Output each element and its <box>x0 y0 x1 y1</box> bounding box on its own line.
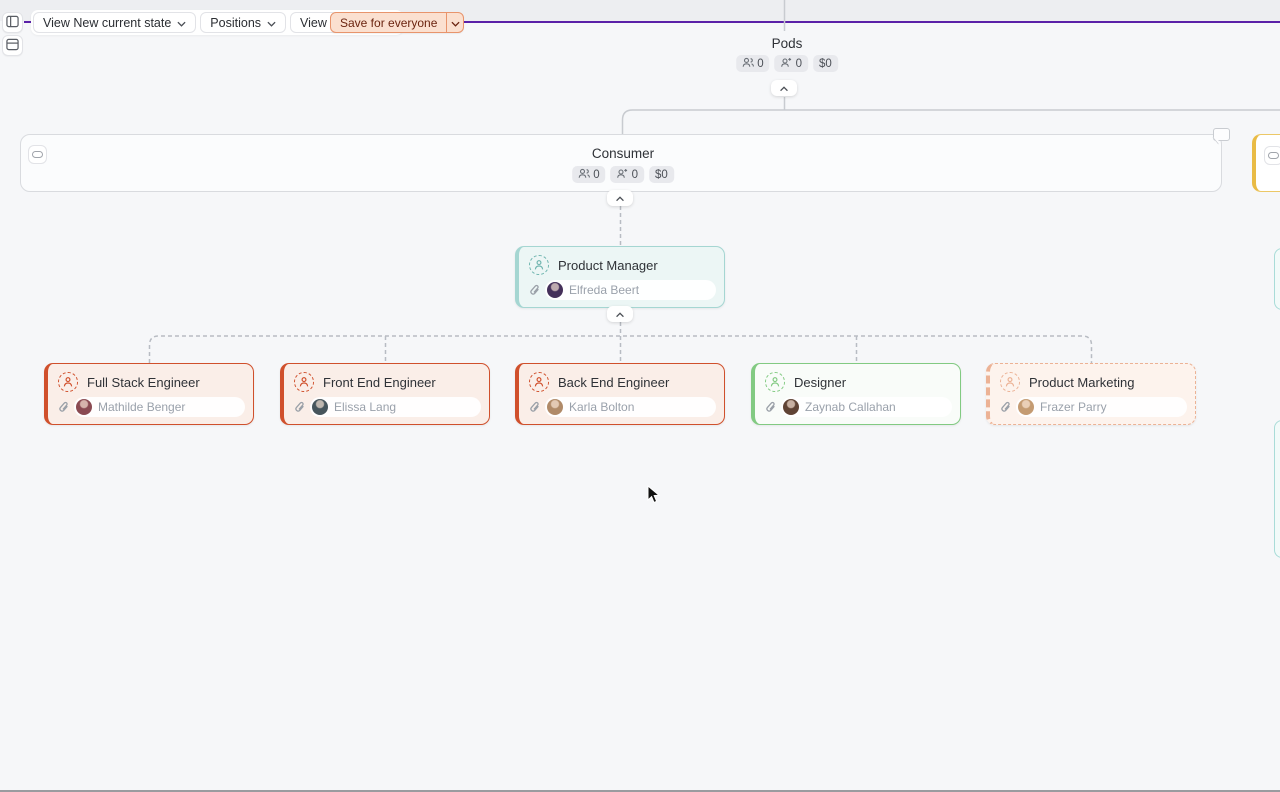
view-state-label: View New current state <box>43 16 171 30</box>
consumer-collapse-pod-button[interactable] <box>28 145 47 164</box>
pods-budget-value: $0 <box>819 58 832 70</box>
chevron-up-icon <box>614 191 626 206</box>
position-icon <box>765 372 785 392</box>
consumer-collapse-button[interactable] <box>607 190 633 206</box>
consumer-badges: 0 0 $0 <box>572 166 674 183</box>
person-name: Elfreda Beert <box>569 283 639 297</box>
paperclip-icon <box>294 401 305 413</box>
avatar <box>76 399 92 415</box>
pods-open-roles-badge: 0 <box>775 55 808 72</box>
pod-2-card-clipped-2[interactable] <box>1274 420 1280 558</box>
assigned-person[interactable]: Frazer Parry <box>1016 397 1187 417</box>
sidebar-icon <box>6 15 19 31</box>
pod-2-container-clipped[interactable] <box>1252 134 1280 192</box>
consumer-budget-badge: $0 <box>649 166 674 183</box>
table-rows-icon <box>6 38 19 54</box>
avatar <box>1018 399 1034 415</box>
pods-collapse-button[interactable] <box>771 80 797 96</box>
comment-indicator[interactable] <box>1213 128 1230 141</box>
position-icon <box>294 372 314 392</box>
avatar <box>783 399 799 415</box>
assigned-person[interactable]: Zaynab Callahan <box>781 397 952 417</box>
avatar <box>312 399 328 415</box>
position-icon <box>1000 372 1020 392</box>
assigned-person[interactable]: Elissa Lang <box>310 397 481 417</box>
person-name: Mathilde Benger <box>98 400 185 414</box>
paperclip-icon <box>529 401 540 413</box>
role-title: Full Stack Engineer <box>87 375 200 390</box>
person-plus-icon <box>781 57 793 71</box>
avatar <box>547 399 563 415</box>
toggle-sidebar-button[interactable] <box>2 12 23 33</box>
pods-badges: 0 0 $0 <box>736 55 838 72</box>
role-card-front-end-engineer[interactable]: Front End Engineer Elissa Lang <box>280 363 490 425</box>
assigned-person[interactable]: Mathilde Benger <box>74 397 245 417</box>
pod-2-card-clipped[interactable] <box>1274 248 1280 310</box>
positions-label: Positions <box>210 16 261 30</box>
paperclip-icon <box>529 284 540 296</box>
org-chart-canvas[interactable]: View New current state Positions View Se… <box>0 0 1280 792</box>
consumer-members-count: 0 <box>593 169 599 181</box>
consumer-title: Consumer <box>592 146 654 161</box>
role-title: Designer <box>794 375 846 390</box>
pods-budget-badge: $0 <box>813 55 838 72</box>
pod-2-collapse-pod-button[interactable] <box>1264 146 1280 165</box>
chevron-down-icon <box>451 14 460 32</box>
pods-title: Pods <box>772 36 803 51</box>
save-options-caret[interactable] <box>446 13 463 32</box>
role-card-product-marketing[interactable]: Product Marketing Frazer Parry <box>986 363 1196 425</box>
role-title: Front End Engineer <box>323 375 436 390</box>
position-icon <box>529 255 549 275</box>
mouse-cursor <box>647 485 660 509</box>
person-plus-icon <box>617 168 629 182</box>
pods-members-badge: 0 <box>736 55 769 72</box>
role-title: Back End Engineer <box>558 375 669 390</box>
consumer-open-roles-count: 0 <box>632 169 638 181</box>
consumer-members-badge: 0 <box>572 166 605 183</box>
person-name: Zaynab Callahan <box>805 400 896 414</box>
position-icon <box>58 372 78 392</box>
pod-oval-icon <box>1268 152 1279 159</box>
paperclip-icon <box>58 401 69 413</box>
chevron-up-icon <box>614 307 626 322</box>
chevron-up-icon <box>778 81 790 96</box>
avatar <box>547 282 563 298</box>
pod-consumer-container[interactable] <box>20 134 1222 192</box>
pods-open-roles-count: 0 <box>796 58 802 70</box>
people-icon <box>578 168 590 182</box>
pods-members-count: 0 <box>757 58 763 70</box>
person-name: Karla Bolton <box>569 400 634 414</box>
role-card-designer[interactable]: Designer Zaynab Callahan <box>751 363 961 425</box>
assigned-person[interactable]: Elfreda Beert <box>545 280 716 300</box>
toggle-table-view-button[interactable] <box>2 35 23 56</box>
person-name: Elissa Lang <box>334 400 396 414</box>
role-title: Product Manager <box>558 258 658 273</box>
position-icon <box>529 372 549 392</box>
save-for-everyone-button[interactable]: Save for everyone <box>331 13 446 32</box>
paperclip-icon <box>765 401 776 413</box>
role-card-full-stack-engineer[interactable]: Full Stack Engineer Mathilde Benger <box>44 363 254 425</box>
positions-dropdown[interactable]: Positions <box>200 12 286 33</box>
chevron-down-icon <box>177 16 186 30</box>
role-card-back-end-engineer[interactable]: Back End Engineer Karla Bolton <box>515 363 725 425</box>
view-state-dropdown[interactable]: View New current state <box>33 12 196 33</box>
chevron-down-icon <box>267 16 276 30</box>
person-name: Frazer Parry <box>1040 400 1107 414</box>
product-manager-collapse-button[interactable] <box>607 306 633 322</box>
consumer-open-roles-badge: 0 <box>611 166 644 183</box>
paperclip-icon <box>1000 401 1011 413</box>
consumer-budget-value: $0 <box>655 169 668 181</box>
assigned-person[interactable]: Karla Bolton <box>545 397 716 417</box>
pod-oval-icon <box>32 151 43 158</box>
people-icon <box>742 57 754 71</box>
save-split-button: Save for everyone <box>330 12 464 33</box>
role-title: Product Marketing <box>1029 375 1135 390</box>
role-card-product-manager[interactable]: Product Manager Elfreda Beert <box>515 246 725 308</box>
